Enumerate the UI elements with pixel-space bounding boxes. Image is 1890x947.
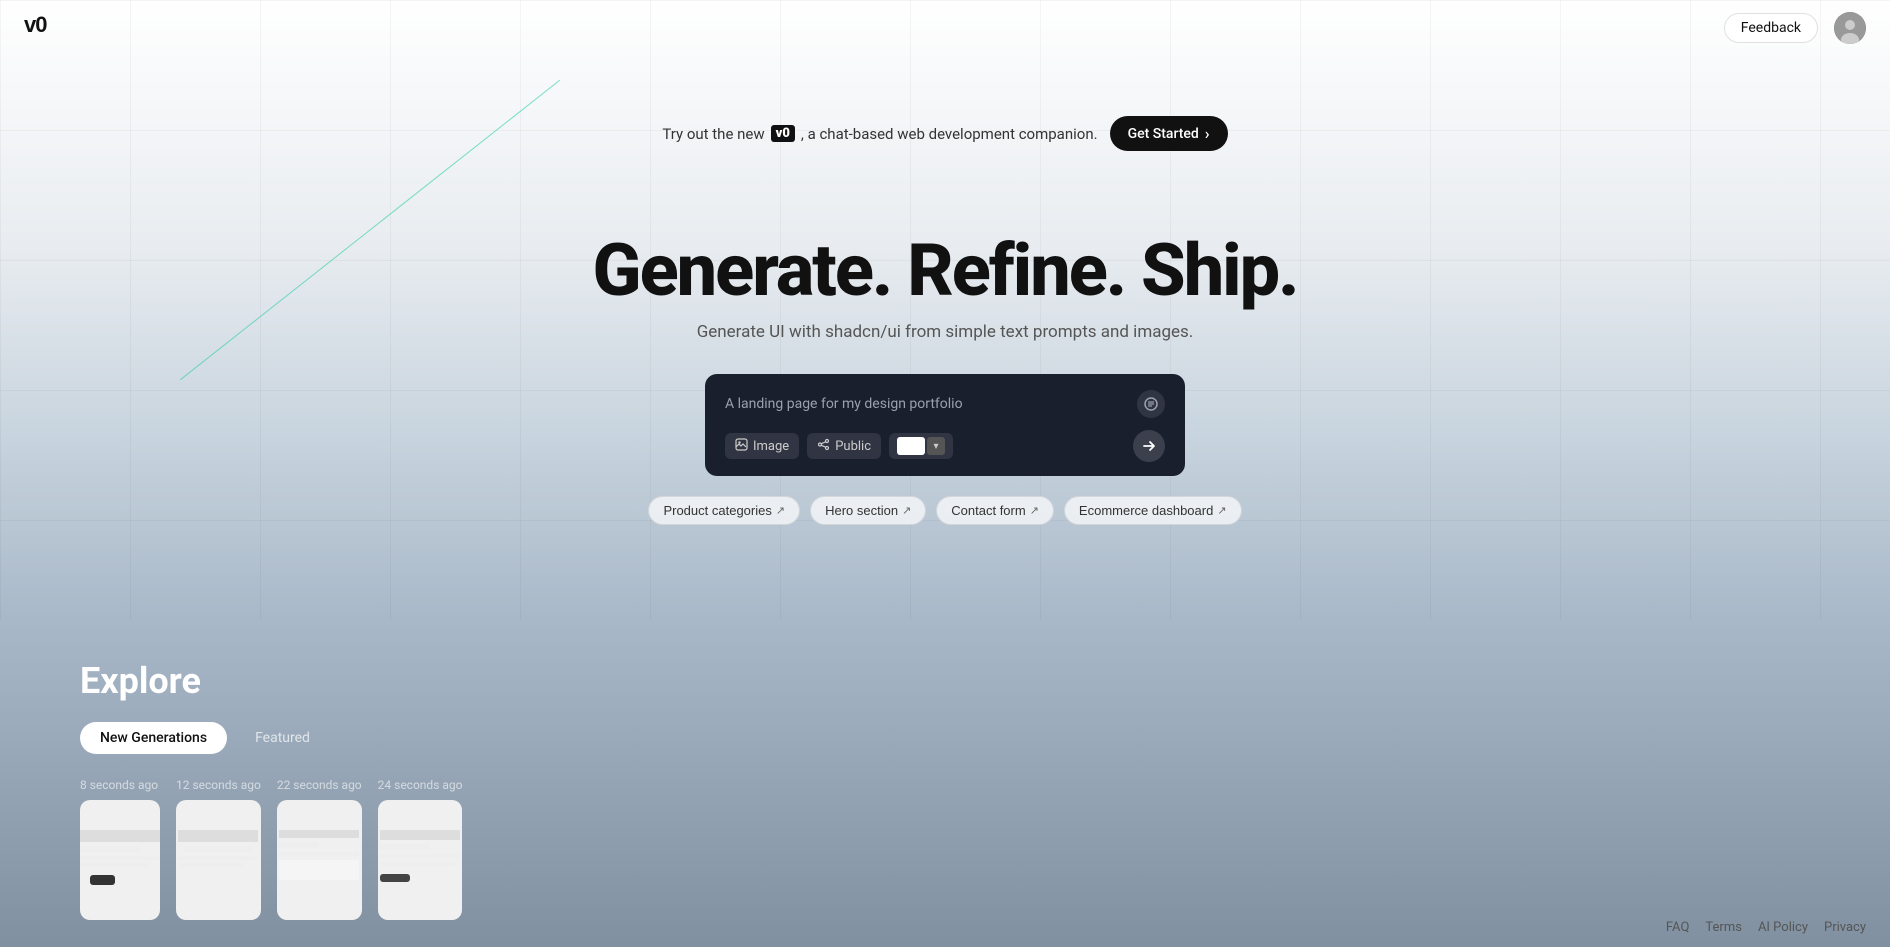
- svg-text:v0: v0: [24, 14, 47, 36]
- external-link-icon: ↗: [776, 504, 785, 517]
- banner-logo: v0: [771, 125, 795, 142]
- explore-card-4[interactable]: [378, 800, 463, 920]
- explore-title: Explore: [80, 660, 1810, 702]
- decorative-line: [180, 80, 580, 380]
- explore-tabs: New Generations Featured: [80, 722, 1810, 754]
- explore-card-wrapper-3: 22 seconds ago: [277, 778, 362, 920]
- card-preview-3: [277, 800, 362, 920]
- footer-terms-link[interactable]: Terms: [1705, 920, 1742, 935]
- suggestion-contact-form[interactable]: Contact form ↗: [936, 496, 1054, 525]
- prompt-toolbar-left: Image Public: [725, 433, 953, 459]
- get-started-label: Get Started: [1128, 126, 1199, 142]
- sub-heading: Generate UI with shadcn/ui from simple t…: [593, 322, 1298, 342]
- explore-card-wrapper-2: 12 seconds ago: [176, 778, 261, 920]
- explore-cards: 8 seconds ago 12 seconds ago: [80, 778, 1810, 920]
- card-preview-4: [378, 800, 463, 920]
- share-icon: [817, 438, 830, 454]
- prompt-options-button[interactable]: [1137, 390, 1165, 418]
- header: v0 Feedback: [0, 0, 1890, 56]
- image-icon: [735, 438, 748, 454]
- announcement-banner: Try out the new v0 , a chat-based web de…: [662, 116, 1227, 151]
- main-heading: Generate. Refine. Ship.: [593, 231, 1298, 310]
- get-started-button[interactable]: Get Started ›: [1110, 116, 1228, 151]
- hero-section: Try out the new v0 , a chat-based web de…: [0, 0, 1890, 620]
- explore-card-wrapper-4: 24 seconds ago: [378, 778, 463, 920]
- header-right: Feedback: [1724, 12, 1866, 44]
- external-link-icon: ↗: [1217, 504, 1226, 517]
- hero-headline: Generate. Refine. Ship. Generate UI with…: [593, 231, 1298, 342]
- visibility-label: Public: [835, 439, 871, 454]
- prompt-placeholder-text: A landing page for my design portfolio: [725, 396, 963, 412]
- footer: FAQ Terms AI Policy Privacy: [1642, 908, 1890, 947]
- card-preview-2: [176, 800, 261, 920]
- image-button[interactable]: Image: [725, 433, 799, 459]
- footer-privacy-link[interactable]: Privacy: [1824, 920, 1866, 935]
- explore-card-wrapper-1: 8 seconds ago: [80, 778, 160, 920]
- send-button[interactable]: [1133, 430, 1165, 462]
- light-mode-toggle: [897, 437, 925, 455]
- banner-text-before: Try out the new: [662, 125, 764, 143]
- prompt-toolbar: Image Public: [725, 430, 1165, 462]
- banner-text: Try out the new v0 , a chat-based web de…: [662, 125, 1097, 143]
- suggestion-product-categories[interactable]: Product categories ↗: [648, 496, 800, 525]
- tab-new-generations[interactable]: New Generations: [80, 722, 227, 754]
- suggestion-label: Ecommerce dashboard: [1079, 503, 1213, 518]
- explore-card-2[interactable]: [176, 800, 261, 920]
- toggle-switch: ▾: [897, 437, 945, 455]
- visibility-button[interactable]: Public: [807, 433, 881, 459]
- external-link-icon: ↗: [1030, 504, 1039, 517]
- dark-mode-toggle: ▾: [927, 437, 945, 455]
- external-link-icon: ↗: [902, 504, 911, 517]
- suggestion-ecommerce-dashboard[interactable]: Ecommerce dashboard ↗: [1064, 496, 1242, 525]
- image-label: Image: [753, 439, 789, 454]
- suggestion-label: Contact form: [951, 503, 1025, 518]
- suggestion-chips: Product categories ↗ Hero section ↗ Cont…: [648, 496, 1241, 525]
- explore-card-3[interactable]: [277, 800, 362, 920]
- avatar[interactable]: [1834, 12, 1866, 44]
- card-timestamp-4: 24 seconds ago: [378, 778, 463, 792]
- suggestion-label: Product categories: [663, 503, 771, 518]
- suggestion-hero-section[interactable]: Hero section ↗: [810, 496, 926, 525]
- explore-card-1[interactable]: [80, 800, 160, 920]
- logo[interactable]: v0: [24, 14, 56, 42]
- card-timestamp-1: 8 seconds ago: [80, 778, 160, 792]
- feedback-button[interactable]: Feedback: [1724, 13, 1818, 43]
- card-timestamp-3: 22 seconds ago: [277, 778, 362, 792]
- prompt-box: A landing page for my design portfolio: [705, 374, 1185, 476]
- banner-text-after: , a chat-based web development companion…: [801, 125, 1098, 143]
- tab-featured[interactable]: Featured: [235, 722, 330, 754]
- explore-section: Explore New Generations Featured 8 secon…: [0, 620, 1890, 947]
- suggestion-label: Hero section: [825, 503, 898, 518]
- arrow-right-icon: ›: [1205, 124, 1210, 143]
- card-timestamp-2: 12 seconds ago: [176, 778, 261, 792]
- chevron-down-icon: ▾: [933, 441, 938, 452]
- avatar-image: [1834, 12, 1866, 44]
- prompt-input-row: A landing page for my design portfolio: [725, 390, 1165, 418]
- card-preview-1: [80, 800, 160, 920]
- theme-toggle[interactable]: ▾: [889, 433, 953, 459]
- footer-ai-policy-link[interactable]: AI Policy: [1758, 920, 1808, 935]
- footer-faq-link[interactable]: FAQ: [1666, 920, 1689, 935]
